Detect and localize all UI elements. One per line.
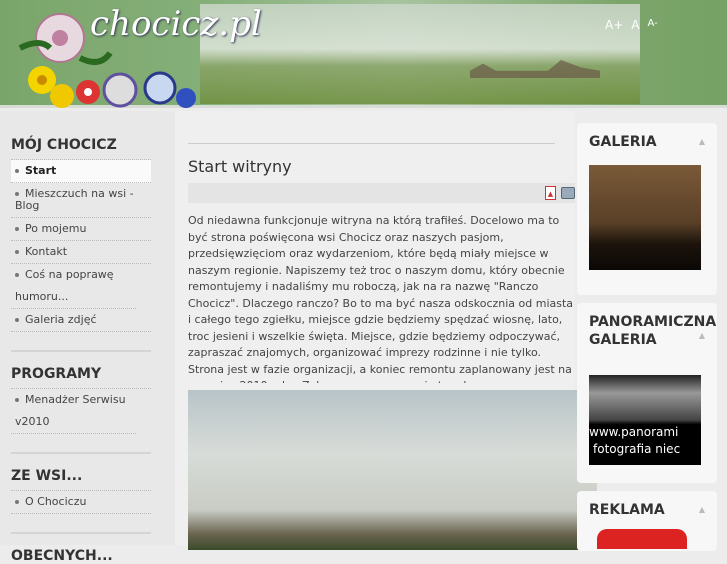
menu-label: O Chociczu: [25, 495, 87, 508]
font-decrease-button[interactable]: A-: [647, 18, 657, 32]
menu-ze-wsi: O Chociczu: [11, 490, 151, 514]
menu-item-menadzer[interactable]: Menadżer Serwisu v2010: [11, 389, 136, 434]
collapse-icon[interactable]: ▲: [699, 331, 705, 340]
collapse-icon[interactable]: ▲: [699, 505, 705, 514]
right-sidebar: GALERIA ▲ PANORAMICZNA GALERIA ▲ www.pan…: [577, 123, 717, 559]
print-icon[interactable]: [561, 187, 575, 199]
article-toolbar: ▲: [188, 183, 575, 203]
module-title-obecnych: OBECNYCH...: [11, 548, 113, 564]
header: chocicz.pl A+ A A-: [0, 0, 727, 108]
panoramiczna-galeria-box: PANORAMICZNA GALERIA ▲ www.panorami foto…: [577, 303, 717, 483]
bullet-icon: [15, 192, 19, 196]
pdf-icon[interactable]: ▲: [545, 186, 556, 200]
collapse-icon[interactable]: ▲: [699, 137, 705, 146]
menu-label: Menadżer Serwisu v2010: [15, 393, 126, 428]
menu-item-start[interactable]: Start: [11, 160, 151, 183]
bullet-icon: [15, 227, 19, 231]
left-sidebar: MÓJ CHOCICZ Start Mieszczuch na wsi - Bl…: [0, 111, 175, 564]
menu-item-humor[interactable]: Coś na poprawę humoru...: [11, 264, 136, 309]
article-body: Od niedawna funkcjonuje witryna na którą…: [188, 213, 588, 383]
divider: [11, 350, 151, 352]
site-logo[interactable]: chocicz.pl: [90, 4, 262, 44]
bullet-icon: [15, 500, 19, 504]
bullet-icon: [15, 318, 19, 322]
bullet-icon: [15, 169, 19, 173]
menu-label: Kontakt: [25, 245, 68, 258]
bullet-icon: [15, 398, 19, 402]
font-increase-button[interactable]: A+: [605, 18, 623, 32]
menu-moj-chocicz: Start Mieszczuch na wsi - Blog Po mojemu…: [11, 159, 151, 332]
bullet-icon: [15, 273, 19, 277]
menu-item-kontakt[interactable]: Kontakt: [11, 241, 151, 264]
menu-item-galeria[interactable]: Galeria zdjęć: [11, 309, 151, 332]
menu-label: Galeria zdjęć: [25, 313, 97, 326]
menu-item-blog[interactable]: Mieszczuch na wsi - Blog: [11, 183, 151, 218]
box-title: GALERIA: [589, 134, 657, 150]
main-content: Start witryny ▲ Od niedawna funkcjonuje …: [175, 111, 597, 550]
module-title-moj-chocicz: MÓJ CHOCICZ: [11, 137, 117, 153]
font-size-controls: A+ A A-: [605, 18, 658, 32]
banner-text: www.panorami: [589, 425, 679, 439]
article-title: Start witryny: [188, 157, 292, 176]
box-title: REKLAMA: [589, 502, 665, 518]
divider: [188, 143, 555, 144]
menu-programy: Menadżer Serwisu v2010: [11, 388, 151, 434]
module-title-ze-wsi: ZE WSI...: [11, 468, 83, 484]
galeria-box: GALERIA ▲: [577, 123, 717, 295]
bullet-icon: [15, 250, 19, 254]
menu-label: Po mojemu: [25, 222, 87, 235]
panorama-banner[interactable]: www.panorami fotografia niec: [589, 375, 701, 465]
menu-item-o-chociczu[interactable]: O Chociczu: [11, 491, 151, 514]
article-photo: [188, 390, 597, 550]
paragraph: Strona jest w fazie organizacji, a konie…: [188, 362, 572, 384]
gallery-thumbnail[interactable]: [589, 165, 701, 270]
box-title: PANORAMICZNA GALERIA: [589, 314, 717, 348]
divider: [11, 532, 151, 534]
menu-label: Mieszczuch na wsi - Blog: [15, 187, 134, 212]
banner-text: fotografia niec: [593, 442, 681, 456]
menu-label: Start: [25, 164, 57, 177]
font-reset-button[interactable]: A: [631, 18, 639, 32]
menu-label: Coś na poprawę humoru...: [15, 268, 114, 303]
reklama-box: REKLAMA ▲: [577, 491, 717, 551]
paragraph: Od niedawna funkcjonuje witryna na którą…: [188, 214, 574, 359]
menu-item-po-mojemu[interactable]: Po mojemu: [11, 218, 151, 241]
divider: [11, 452, 151, 454]
ad-banner[interactable]: [597, 529, 687, 549]
module-title-programy: PROGRAMY: [11, 366, 102, 382]
header-landscape-image: [200, 4, 640, 104]
